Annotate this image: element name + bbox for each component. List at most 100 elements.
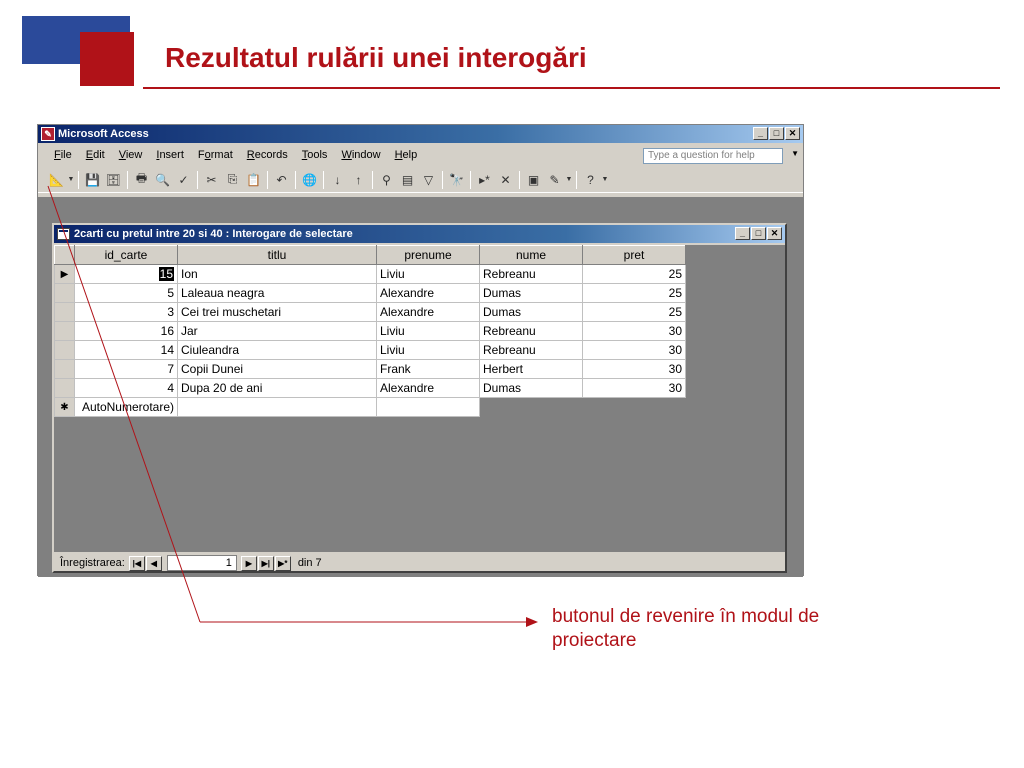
cell-pret[interactable]: 25: [582, 264, 686, 284]
sort-ascending-icon[interactable]: ↓: [327, 170, 348, 190]
new-cell-id_carte[interactable]: AutoNumerotare): [74, 397, 178, 417]
cell-pret[interactable]: 30: [582, 321, 686, 341]
database-icon[interactable]: 🗄: [103, 170, 124, 190]
new-object-dropdown-icon[interactable]: ▼: [565, 170, 573, 190]
column-header-nume[interactable]: nume: [479, 245, 583, 265]
cell-prenume[interactable]: Frank: [376, 359, 480, 379]
maximize-button[interactable]: □: [769, 127, 784, 140]
cell-pret[interactable]: 25: [582, 302, 686, 322]
delete-record-icon[interactable]: ✕: [495, 170, 516, 190]
menu-item-5[interactable]: Records: [247, 149, 288, 161]
cell-nume[interactable]: Rebreanu: [479, 264, 583, 284]
row-selector[interactable]: [54, 340, 75, 360]
table-row[interactable]: 3 Cei trei muschetari Alexandre Dumas 25: [54, 302, 686, 322]
column-header-prenume[interactable]: prenume: [376, 245, 480, 265]
cut-icon[interactable]: ✂: [201, 170, 222, 190]
cell-nume[interactable]: Dumas: [479, 378, 583, 398]
copy-icon[interactable]: ⎘: [222, 170, 243, 190]
new-record-icon[interactable]: ▸*: [474, 170, 495, 190]
first-record-button[interactable]: |◀: [128, 555, 145, 571]
next-record-button[interactable]: ▶: [240, 555, 257, 571]
cell-nume[interactable]: Herbert: [479, 359, 583, 379]
cell-pret[interactable]: 30: [582, 340, 686, 360]
new-cell-titlu[interactable]: [177, 397, 377, 417]
cell-prenume[interactable]: Alexandre: [376, 302, 480, 322]
column-header-id_carte[interactable]: id_carte: [74, 245, 178, 265]
minimize-button[interactable]: _: [753, 127, 768, 140]
query-minimize-button[interactable]: _: [735, 227, 750, 240]
cell-id_carte[interactable]: 7: [74, 359, 178, 379]
apply-filter-icon[interactable]: ▽: [418, 170, 439, 190]
menu-item-0[interactable]: File: [54, 149, 72, 161]
previous-record-button[interactable]: ◀: [145, 555, 162, 571]
new-record-selector[interactable]: ✱: [54, 397, 75, 417]
menu-item-1[interactable]: Edit: [86, 149, 105, 161]
cell-pret[interactable]: 30: [582, 359, 686, 379]
current-record-input[interactable]: 1: [166, 555, 237, 571]
cell-id_carte[interactable]: 3: [74, 302, 178, 322]
cell-prenume[interactable]: Alexandre: [376, 378, 480, 398]
help-dropdown-icon[interactable]: ▼: [791, 149, 799, 158]
cell-titlu[interactable]: Copii Dunei: [177, 359, 377, 379]
last-record-button[interactable]: ▶|: [257, 555, 274, 571]
cell-id_carte[interactable]: 4: [74, 378, 178, 398]
spelling-icon[interactable]: ✓: [173, 170, 194, 190]
toolbar-options-icon[interactable]: ▼: [601, 170, 609, 190]
print-preview-icon[interactable]: 🔍: [152, 170, 173, 190]
cell-prenume[interactable]: Liviu: [376, 264, 480, 284]
sort-descending-icon[interactable]: ↑: [348, 170, 369, 190]
menu-item-3[interactable]: Insert: [156, 149, 184, 161]
paste-icon[interactable]: 📋: [243, 170, 264, 190]
close-button[interactable]: ✕: [785, 127, 800, 140]
menu-item-8[interactable]: Help: [395, 149, 418, 161]
column-header-titlu[interactable]: titlu: [177, 245, 377, 265]
new-cell-nume[interactable]: [479, 397, 583, 417]
table-row[interactable]: 16 Jar Liviu Rebreanu 30: [54, 321, 686, 341]
column-header-pret[interactable]: pret: [582, 245, 686, 265]
cell-titlu[interactable]: Dupa 20 de ani: [177, 378, 377, 398]
table-row[interactable]: 4 Dupa 20 de ani Alexandre Dumas 30: [54, 378, 686, 398]
print-icon[interactable]: 🖶: [131, 170, 152, 190]
row-selector[interactable]: [54, 378, 75, 398]
cell-titlu[interactable]: Laleaua neagra: [177, 283, 377, 303]
new-record-nav-button[interactable]: ▶*: [274, 555, 291, 571]
cell-id_carte[interactable]: 14: [74, 340, 178, 360]
query-close-button[interactable]: ✕: [767, 227, 782, 240]
table-row[interactable]: 14 Ciuleandra Liviu Rebreanu 30: [54, 340, 686, 360]
cell-titlu[interactable]: Ciuleandra: [177, 340, 377, 360]
new-cell-pret[interactable]: [582, 397, 686, 417]
undo-icon[interactable]: ↶: [271, 170, 292, 190]
new-object-icon[interactable]: ✎: [544, 170, 565, 190]
cell-titlu[interactable]: Ion: [177, 264, 377, 284]
access-key-icon[interactable]: ✎: [41, 127, 55, 141]
cell-titlu[interactable]: Cei trei muschetari: [177, 302, 377, 322]
database-window-icon[interactable]: ▣: [523, 170, 544, 190]
table-row[interactable]: ▶ 15 Ion Liviu Rebreanu 25: [54, 264, 686, 284]
cell-id_carte[interactable]: 15: [74, 264, 178, 284]
menu-item-6[interactable]: Tools: [302, 149, 328, 161]
filter-by-selection-icon[interactable]: ⚲: [376, 170, 397, 190]
new-cell-prenume[interactable]: [376, 397, 480, 417]
row-selector[interactable]: [54, 302, 75, 322]
table-row[interactable]: 5 Laleaua neagra Alexandre Dumas 25: [54, 283, 686, 303]
help-search-input[interactable]: Type a question for help: [643, 148, 783, 164]
query-window-titlebar[interactable]: 2carti cu pretul intre 20 si 40 : Intero…: [54, 225, 785, 243]
cell-nume[interactable]: Dumas: [479, 302, 583, 322]
cell-pret[interactable]: 30: [582, 378, 686, 398]
design-view-icon[interactable]: 📐: [46, 170, 67, 190]
cell-nume[interactable]: Rebreanu: [479, 340, 583, 360]
save-icon[interactable]: 💾: [82, 170, 103, 190]
menu-item-2[interactable]: View: [119, 149, 143, 161]
filter-by-form-icon[interactable]: ▤: [397, 170, 418, 190]
view-dropdown-icon[interactable]: ▼: [67, 170, 75, 190]
cell-prenume[interactable]: Alexandre: [376, 283, 480, 303]
cell-id_carte[interactable]: 5: [74, 283, 178, 303]
cell-id_carte[interactable]: 16: [74, 321, 178, 341]
row-selector[interactable]: [54, 283, 75, 303]
cell-nume[interactable]: Rebreanu: [479, 321, 583, 341]
menu-item-4[interactable]: Format: [198, 149, 233, 161]
table-row[interactable]: 7 Copii Dunei Frank Herbert 30: [54, 359, 686, 379]
cell-titlu[interactable]: Jar: [177, 321, 377, 341]
query-maximize-button[interactable]: □: [751, 227, 766, 240]
cell-prenume[interactable]: Liviu: [376, 340, 480, 360]
